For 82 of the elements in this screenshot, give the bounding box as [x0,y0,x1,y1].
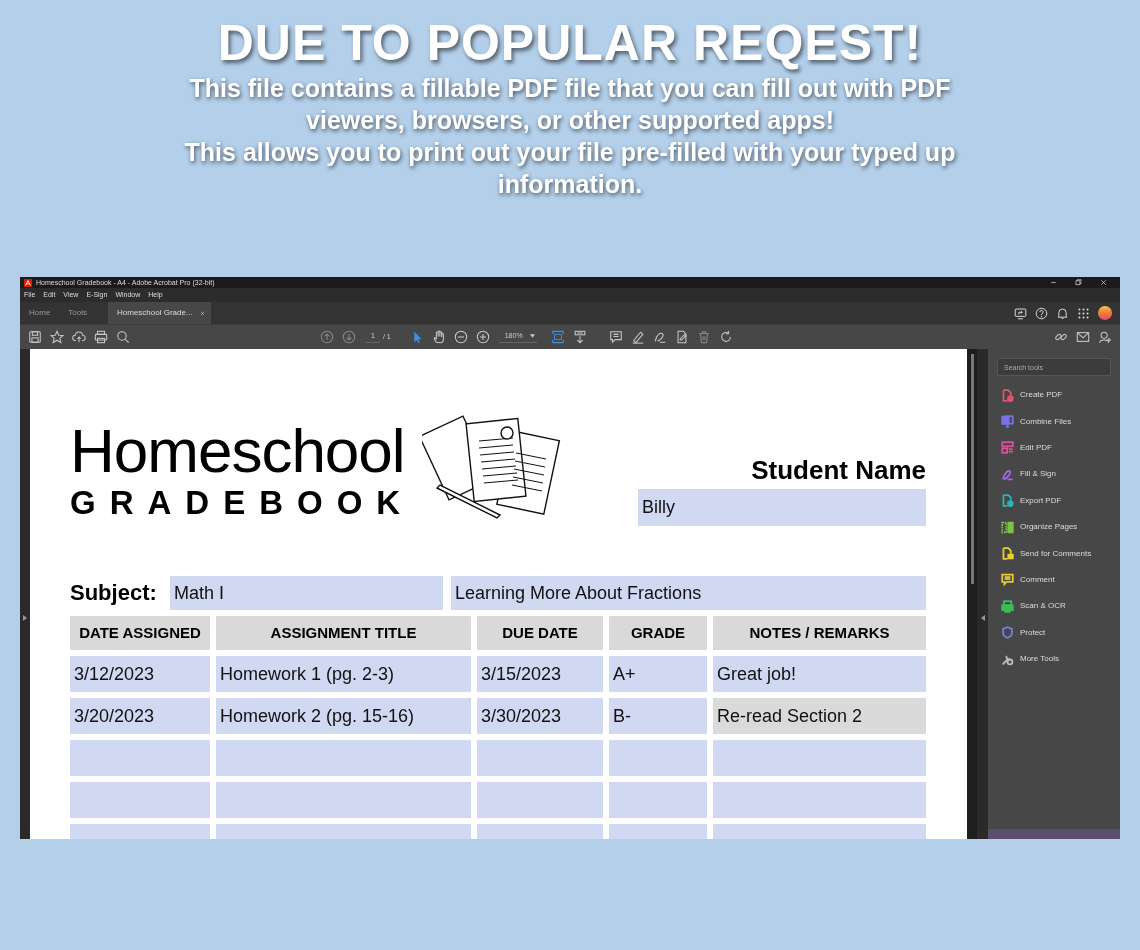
column-header: DATE ASSIGNED [70,616,210,650]
collapse-handle-icon[interactable] [980,615,985,621]
tool-item[interactable]: Protect [988,619,1120,646]
input-field[interactable] [609,782,707,818]
input-field[interactable]: Re-read Section 2 [713,698,926,734]
input-field[interactable]: 3/15/2023 [477,656,603,692]
tool-item[interactable]: Fill & Sign [988,461,1120,488]
input-field[interactable] [713,740,926,776]
apps-grid-icon[interactable] [1077,306,1090,320]
column-header: DUE DATE [477,616,603,650]
fit-page-icon[interactable] [550,330,565,344]
input-field[interactable] [216,782,471,818]
description-text: This file contains a fillable PDF file that you can fill out with PDF viewers, browsers, or other supported apps! [188,73,952,136]
input-field[interactable]: Great job! [713,656,926,692]
tool-item[interactable]: Export PDF [988,487,1120,514]
scroll-mode-icon[interactable] [572,330,587,344]
input-field[interactable]: Homework 1 (pg. 2-3) [216,656,471,692]
restore-icon[interactable] [1074,278,1083,287]
avatar[interactable] [1098,306,1112,320]
close-icon[interactable] [1099,278,1108,287]
input-field[interactable]: Learning More About Fractions [451,576,926,610]
mail-icon[interactable] [1076,330,1090,344]
column-header: ASSIGNMENT TITLE [216,616,471,650]
close-icon[interactable] [199,310,207,317]
input-field[interactable] [70,782,210,818]
comment-icon[interactable] [608,330,623,344]
cloud-upload-icon[interactable] [72,330,86,344]
screen-share-icon[interactable] [1014,306,1027,320]
nav-tab[interactable]: Tools [59,302,97,324]
input-field[interactable]: A+ [609,656,707,692]
input-field[interactable]: Math I [170,576,443,610]
rotate-icon[interactable] [718,330,733,344]
zoom-in-icon[interactable] [475,330,490,344]
description-text: This allows you to print out your file pre-filled with your typed up information. [183,137,957,200]
tool-item[interactable]: Organize Pages [988,513,1120,541]
previous-page-icon[interactable] [320,330,334,344]
input-field[interactable] [216,740,471,776]
input-field[interactable] [477,782,603,818]
input-field[interactable]: 3/12/2023 [70,656,210,692]
document-edit-icon[interactable] [674,330,689,344]
next-page-icon[interactable] [342,330,356,344]
tool-item[interactable]: Send for Comments [988,540,1120,567]
input-field[interactable]: Billy [638,489,926,526]
logo-title: Homeschool [70,419,406,483]
column-header: NOTES / REMARKS [713,616,926,650]
bell-icon[interactable] [1056,306,1069,320]
input-field[interactable] [70,740,210,776]
tool-item[interactable]: More Tools [988,645,1120,673]
logo-subtitle: GRADEBOOK [70,483,415,523]
add-user-icon[interactable] [1098,330,1112,344]
input-field[interactable] [713,782,926,818]
tool-item[interactable]: Scan & OCR [988,593,1120,620]
save-icon[interactable] [28,330,42,344]
tool-item[interactable]: Create PDF [988,382,1120,409]
nav-tab[interactable]: Home [20,302,60,324]
hand-icon[interactable] [431,330,446,344]
expand-handle-icon[interactable] [23,615,27,621]
headline: DUE TO POPULAR REQEST! [216,14,924,72]
trash-icon[interactable] [696,330,711,344]
tool-item[interactable]: Comment [988,566,1120,594]
input-field[interactable] [609,740,707,776]
signature-icon[interactable] [652,330,667,344]
zoom-out-icon[interactable] [453,330,468,344]
tool-item[interactable]: Combine Files [988,408,1120,435]
tool-item[interactable]: Edit PDF [988,434,1120,462]
app-logo-icon [24,278,32,287]
caret-icon[interactable] [529,334,535,339]
subject-label: Subject: [70,579,158,607]
input-field[interactable]: B- [609,698,707,734]
input-field[interactable]: 3/20/2023 [70,698,210,734]
input-field[interactable]: 3/30/2023 [477,698,603,734]
document-tab[interactable]: Homeschool Grade... [108,302,212,324]
highlighter-icon[interactable] [630,330,645,344]
column-header: GRADE [609,616,707,650]
zoom-search-icon[interactable] [116,330,130,344]
help-icon[interactable] [1035,306,1048,320]
student-name-label: Student Name [750,455,926,485]
input-field[interactable] [477,740,603,776]
star-icon[interactable] [50,330,64,344]
scrollbar-thumb[interactable] [970,354,974,584]
input-field[interactable]: Homework 2 (pg. 15-16) [216,698,471,734]
print-icon[interactable] [94,330,108,344]
